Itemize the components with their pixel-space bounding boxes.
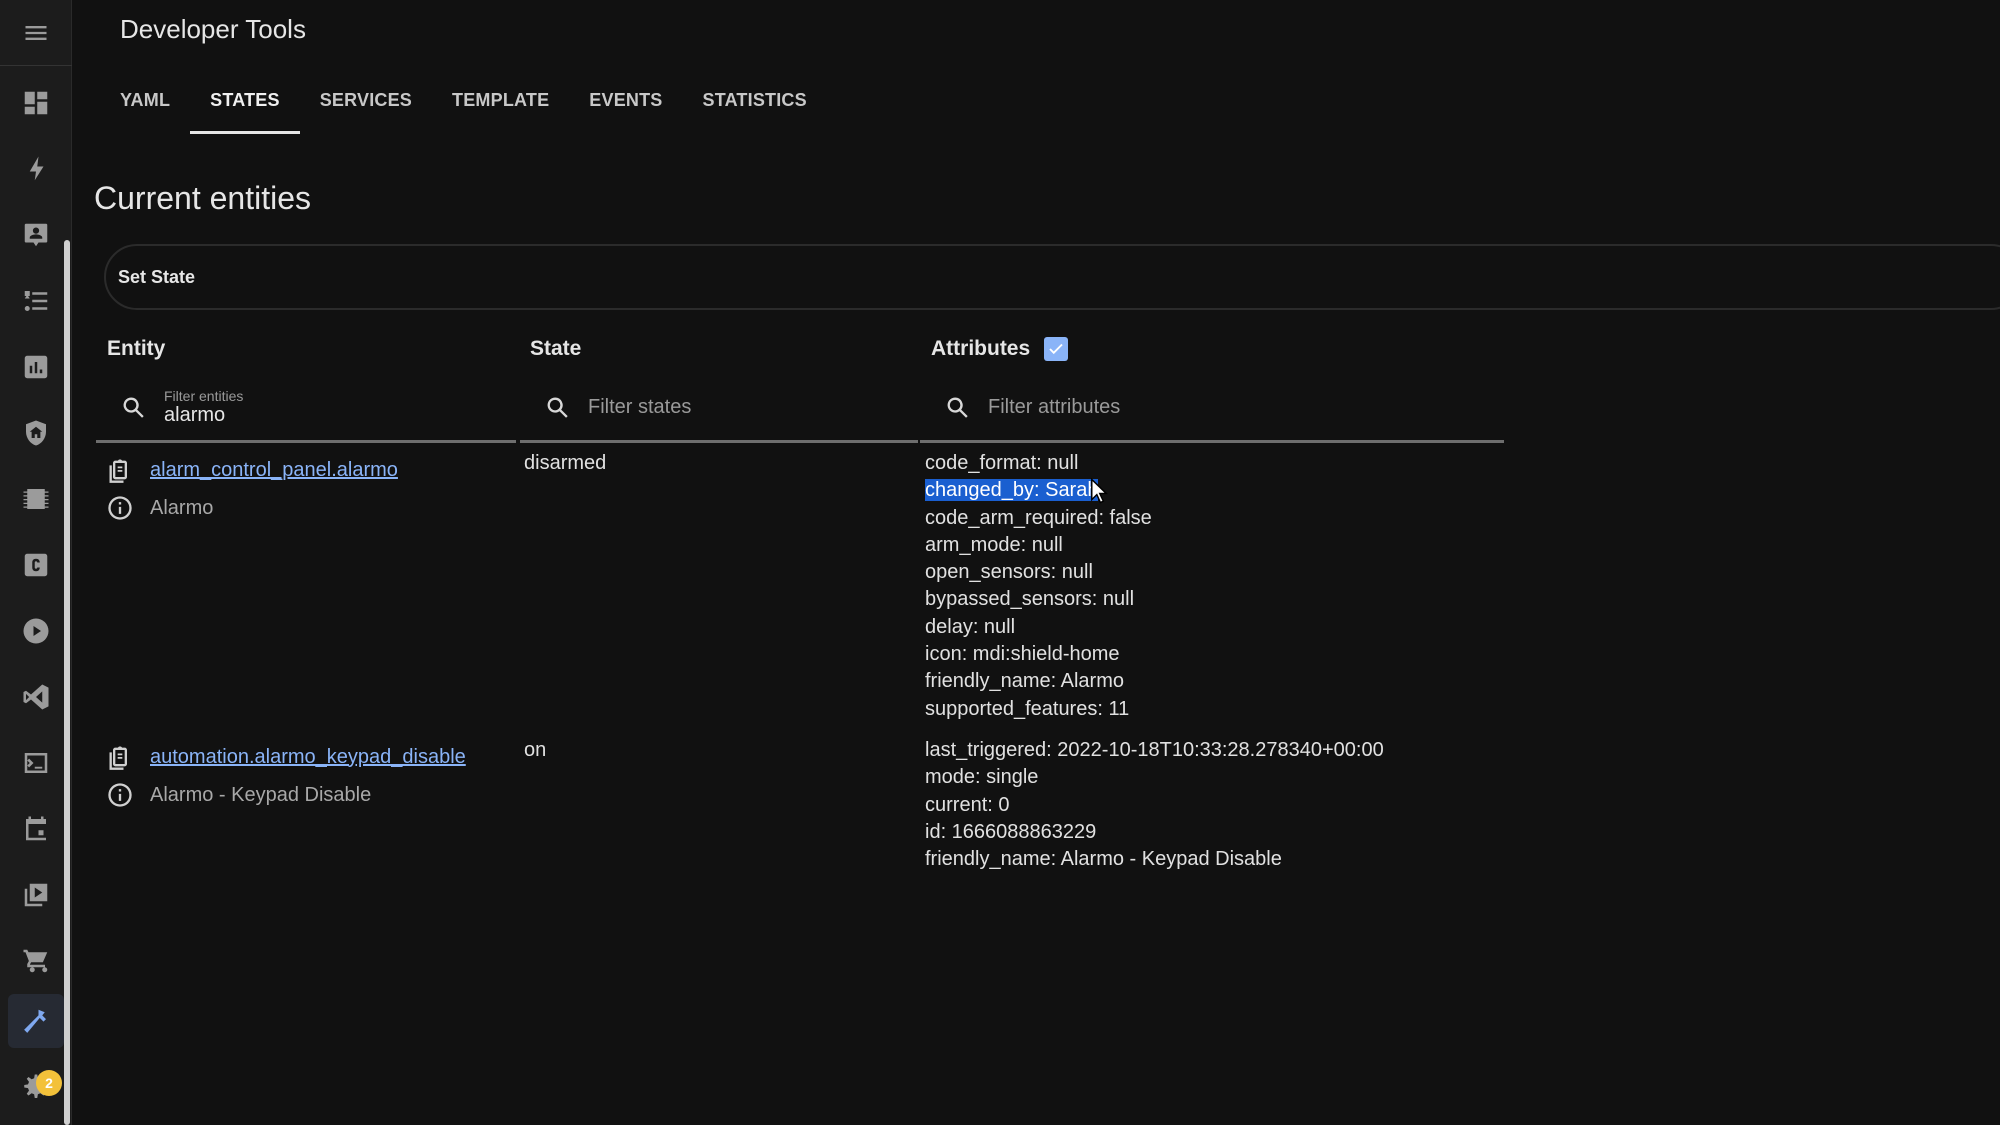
filter-attributes[interactable]: Filter attributes xyxy=(920,375,1504,443)
attribute-line: icon: mdi:shield-home xyxy=(925,643,1120,666)
sidebar: 2 xyxy=(0,0,72,1125)
attribute-line: delay: null xyxy=(925,615,1016,638)
view-dashboard-icon xyxy=(24,91,48,115)
vscode-icon xyxy=(23,684,49,710)
search-icon xyxy=(944,394,972,422)
tab-bar: YAML STATES SERVICES TEMPLATE EVENTS STA… xyxy=(100,80,827,136)
attribute-line-selected: changed_by: Sarah xyxy=(925,479,1099,502)
column-header-entity: Entity xyxy=(107,337,166,360)
sidebar-scrollbar[interactable] xyxy=(64,240,70,1125)
sidebar-item-media-browser[interactable] xyxy=(8,868,64,922)
shield-home-icon xyxy=(26,420,46,446)
table-row: alarm_control_panel.alarmo Alarmo xyxy=(106,451,398,527)
filter-states-placeholder: Filter states xyxy=(588,396,692,418)
sidebar-item-vscode[interactable] xyxy=(8,670,64,724)
attribute-line: current: 0 xyxy=(925,793,1010,816)
attribute-line: mode: single xyxy=(925,766,1039,789)
console-icon xyxy=(24,753,48,773)
search-icon xyxy=(544,394,572,422)
sidebar-item-esphome[interactable] xyxy=(8,538,64,592)
entity-state: disarmed xyxy=(524,452,607,474)
attribute-line: friendly_name: Alarmo xyxy=(925,670,1124,693)
account-box-icon xyxy=(24,223,48,247)
filter-entities-input[interactable] xyxy=(164,404,404,427)
attribute-line: code_arm_required: false xyxy=(925,506,1152,529)
attributes-checkbox[interactable] xyxy=(1044,337,1068,361)
entity-state: on xyxy=(524,739,547,761)
filter-states[interactable]: Filter states xyxy=(520,375,918,443)
tab-template[interactable]: TEMPLATE xyxy=(432,80,569,136)
lightning-bolt-icon xyxy=(29,156,44,181)
attribute-line: bypassed_sensors: null xyxy=(925,588,1135,611)
entity-link[interactable]: automation.alarmo_keypad_disable xyxy=(150,746,466,769)
chart-box-icon xyxy=(24,355,48,379)
tab-statistics[interactable]: STATISTICS xyxy=(683,80,827,136)
attribute-line: id: 1666088863229 xyxy=(925,820,1097,843)
sidebar-item-energy[interactable] xyxy=(8,142,64,196)
attribute-line: code_format: null xyxy=(925,452,1079,474)
esphome-icon xyxy=(24,553,48,577)
menu-toggle-button[interactable] xyxy=(0,0,72,66)
copy-clipboard-icon[interactable] xyxy=(106,743,134,771)
filter-attributes-placeholder: Filter attributes xyxy=(988,396,1121,418)
sidebar-item-shopping-list[interactable] xyxy=(8,934,64,988)
sidebar-item-calendar[interactable] xyxy=(8,802,64,856)
info-icon[interactable] xyxy=(106,781,134,809)
format-list-icon xyxy=(24,291,48,311)
attribute-line: supported_features: 11 xyxy=(925,697,1130,720)
play-box-multiple-icon xyxy=(24,883,48,907)
tab-states[interactable]: STATES xyxy=(190,80,300,136)
info-icon[interactable] xyxy=(106,494,134,522)
set-state-panel[interactable]: Set State xyxy=(104,244,2000,310)
tab-services[interactable]: SERVICES xyxy=(300,80,432,136)
play-circle-icon xyxy=(23,618,49,644)
sidebar-item-terminal[interactable] xyxy=(8,736,64,790)
entity-friendly-name: Alarmo - Keypad Disable xyxy=(150,783,372,806)
tab-yaml[interactable]: YAML xyxy=(100,80,190,136)
copy-clipboard-icon[interactable] xyxy=(106,456,134,484)
mouse-cursor-icon xyxy=(1091,478,1108,504)
set-state-label: Set State xyxy=(118,266,196,287)
sidebar-item-logbook[interactable] xyxy=(8,208,64,262)
hammer-icon xyxy=(24,1009,46,1033)
search-icon xyxy=(120,394,148,422)
column-header-attributes: Attributes xyxy=(931,337,1031,360)
column-header-state: State xyxy=(530,337,582,360)
entity-friendly-name: Alarmo xyxy=(150,496,214,519)
sidebar-item-alarmo[interactable] xyxy=(8,406,64,460)
tab-events[interactable]: EVENTS xyxy=(569,80,682,136)
menu-icon xyxy=(25,25,47,40)
sidebar-item-hardware[interactable] xyxy=(8,472,64,526)
page-title: Developer Tools xyxy=(120,14,306,44)
filter-entities-label: Filter entities xyxy=(164,388,244,404)
sidebar-item-overview[interactable] xyxy=(8,76,64,130)
sidebar-item-list[interactable] xyxy=(8,274,64,328)
check-icon xyxy=(1049,343,1063,355)
attribute-line: arm_mode: null xyxy=(925,533,1063,556)
section-title: Current entities xyxy=(94,180,311,216)
attribute-line: open_sensors: null xyxy=(925,561,1093,584)
attribute-line: friendly_name: Alarmo - Keypad Disable xyxy=(925,848,1282,871)
attribute-line: last_triggered: 2022-10-18T10:33:28.2783… xyxy=(925,739,1384,761)
notification-badge[interactable]: 2 xyxy=(36,1070,62,1096)
table-row: automation.alarmo_keypad_disable Alarmo … xyxy=(106,738,466,814)
filter-entities[interactable]: Filter entities xyxy=(96,375,516,443)
chip-icon xyxy=(23,489,49,509)
sidebar-item-media[interactable] xyxy=(8,604,64,658)
cart-icon xyxy=(23,949,48,973)
sidebar-item-developer-tools[interactable] xyxy=(8,994,64,1048)
calendar-icon xyxy=(26,816,46,841)
sidebar-item-history[interactable] xyxy=(8,340,64,394)
entity-link[interactable]: alarm_control_panel.alarmo xyxy=(150,459,398,482)
entity-attributes: last_triggered: 2022-10-18T10:33:28.2783… xyxy=(925,737,1384,873)
entity-attributes: code_format: null changed_by: Sarah code… xyxy=(925,450,1152,723)
